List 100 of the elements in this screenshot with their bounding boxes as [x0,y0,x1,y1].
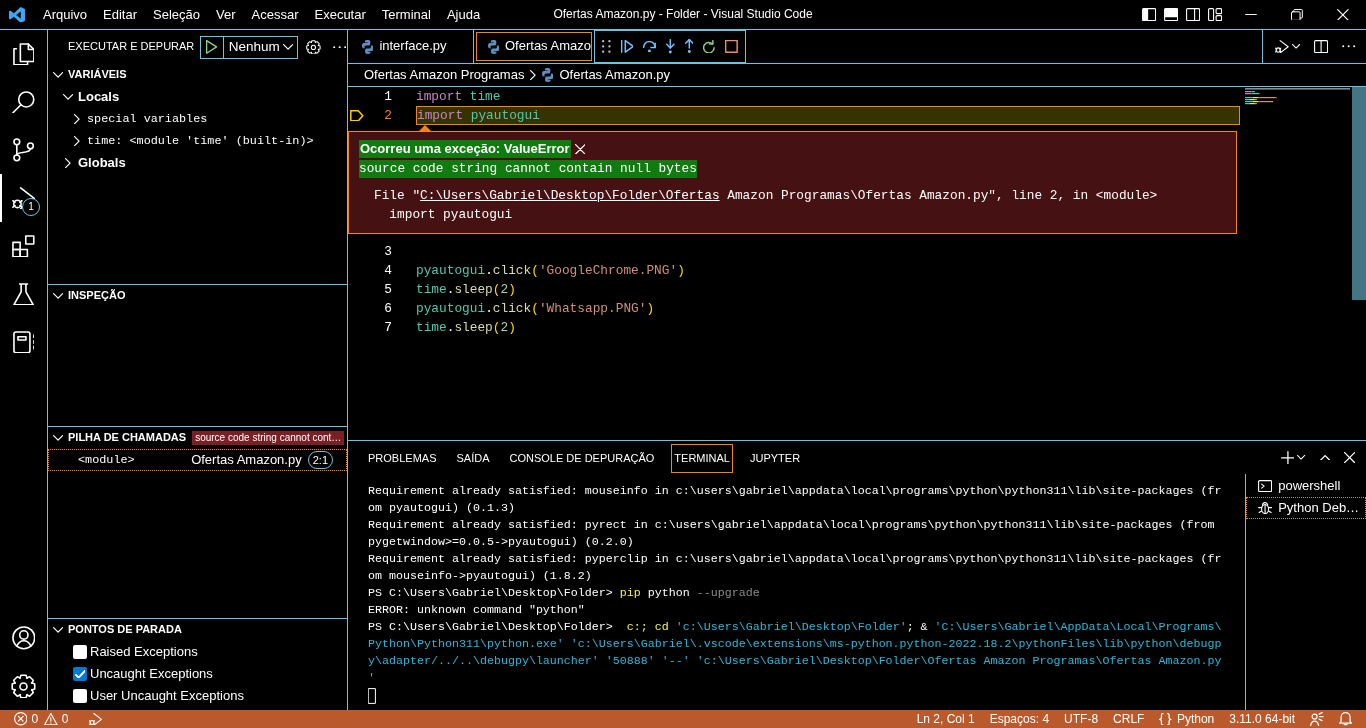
panel-tab[interactable]: TERMINAL [671,444,733,473]
status-item[interactable]: Ln 2, Col 1 [916,711,975,727]
menu-item[interactable]: Terminal [373,0,439,29]
step-out-icon[interactable] [684,39,694,54]
section-header[interactable]: VARIÁVEIS [48,64,347,86]
warning-icon[interactable] [44,712,58,726]
activity-tab[interactable]: 1 [0,174,47,222]
bug-icon [1258,501,1273,515]
tree-item[interactable]: time: <module 'time' (built-in)> [48,130,347,152]
settings-icon[interactable] [305,39,321,55]
warning-count[interactable]: 0 [61,711,69,727]
status-item[interactable]: CRLF [1113,711,1145,727]
continue-icon[interactable] [620,40,634,53]
notebook-icon [12,330,35,354]
secondary-sidebar-toggle-icon[interactable] [1185,7,1201,22]
checkbox[interactable] [73,689,87,703]
restore-icon[interactable] [1291,8,1303,21]
terminal-line: pygetwindow>=0.0.5->pyautogui) (0.2.0) [368,534,634,551]
terminal-icon [1258,479,1273,493]
error-icon[interactable] [14,712,28,726]
menu-item[interactable]: Acessar [243,0,307,29]
plus-icon[interactable] [1280,450,1295,465]
close-icon[interactable] [1337,8,1349,21]
checkmark-icon [74,669,86,679]
checkbox[interactable] [73,645,87,659]
close-icon[interactable] [574,143,586,155]
settings-icon[interactable] [11,673,36,699]
search-icon [12,90,35,114]
error-count[interactable]: 0 [31,711,39,727]
call-stack-frame[interactable]: <module> Ofertas Amazon.py 2:1 [48,449,347,471]
terminal-line: PS C:\Users\Gabriel\Desktop\Folder> c:; cd 'c:\Users\Gabriel\Desktop\Folder'; & 'C:\Users\Gabriel\AppData\Local\Programs\ [368,619,1222,636]
more-icon[interactable] [1342,45,1356,48]
minimize-icon[interactable] [1245,13,1257,16]
scrollbar-thumb[interactable] [1352,87,1366,300]
chevron-up-icon[interactable] [1319,454,1330,461]
breadcrumb-item[interactable]: Ofertas Amazon.py [542,66,671,84]
menu-item[interactable]: Ver [208,0,244,29]
file-name: Ofertas Amazon.py [191,451,302,469]
close-icon[interactable] [1343,451,1355,464]
line-number: 5 [383,281,392,298]
terminal-line: om pyautogui) (0.1.3) [368,500,515,517]
code-line: pyautogui.click('Whatsapp.PNG') [416,300,655,317]
tree-item[interactable]: Locals [48,86,347,108]
chevron-right-icon [530,69,537,81]
menu-item[interactable]: Editar [95,0,145,29]
status-item[interactable]: Python [1159,711,1215,727]
section-header[interactable]: PONTOS DE PARADA [48,619,347,641]
step-into-icon[interactable] [666,39,675,54]
status-item[interactable]: Espaços: 4 [989,711,1050,727]
function-name: <module> [78,452,135,468]
panel-tab[interactable]: CONSOLE DE DEPURAÇÃO [506,444,658,473]
restart-icon[interactable] [703,39,716,54]
terminal-line: Requirement already satisfied: pyperclip in c:\users\gabriel\appdata\local\programs\python\python311\lib\site-packages (fr [368,551,1222,568]
menu-item[interactable]: Executar [306,0,374,29]
line-number: 1 [383,88,392,105]
python-file-icon [542,68,554,82]
panel-toggle-icon[interactable] [1163,7,1179,22]
tree-item[interactable]: Globals [48,152,347,174]
braces-icon [1159,712,1172,726]
stop-icon[interactable] [725,40,739,53]
terminal-list-item[interactable]: Python Deb… [1246,497,1366,519]
config-select[interactable]: Nenhum [223,36,297,58]
drag-handle-icon[interactable] [601,40,611,53]
section-header[interactable]: INSPEÇÃO [48,285,347,307]
bell-icon[interactable] [1338,712,1352,726]
window-title: Ofertas Amazon.py - Folder - Visual Studio Code [553,7,813,22]
run-debug-icon [11,186,36,210]
breadcrumb-item[interactable]: Ofertas Amazon Programas [364,66,525,84]
status-item[interactable]: UTF-8 [1064,711,1099,727]
menu-item[interactable]: Arquivo [34,0,96,29]
editor-tab[interactable]: Ofertas Amazo [473,30,594,63]
error-badge: source code string cannot cont… [192,430,345,446]
status-item[interactable]: 3.11.0 64-bit [1229,711,1296,727]
account-icon[interactable] [11,626,36,650]
editor-tab[interactable]: interface.py [348,30,474,63]
step-over-icon[interactable] [643,40,657,53]
line-number: 6 [383,300,392,317]
checkbox[interactable] [73,667,87,681]
menu-item[interactable]: Ajuda [438,0,489,29]
extensions-icon [12,234,35,258]
menu-item[interactable]: Seleção [145,0,208,29]
sidebar-toggle-icon[interactable] [1141,7,1157,22]
panel-tab[interactable]: PROBLEMAS [365,444,440,473]
more-icon[interactable] [332,45,347,49]
section-header[interactable]: PILHA DE CHAMADAS source code string cannot cont… [48,427,347,449]
layout-icon[interactable] [1207,7,1223,22]
feedback-icon[interactable] [1310,711,1324,727]
exception-message: source code string cannot contain null bytes [359,160,697,178]
terminal-list-item[interactable]: powershell [1246,475,1366,497]
play-icon[interactable] [206,40,218,54]
code-line: pyautogui.click('GoogleChrome.PNG') [416,262,685,279]
run-debug-icon[interactable] [1275,39,1289,54]
panel-tab[interactable]: SAÍDA [453,444,493,473]
panel-title: EXECUTAR E DEPURAR [68,40,195,54]
chevron-down-icon[interactable] [1297,455,1306,460]
split-editor-icon[interactable] [1313,39,1329,54]
panel-tab[interactable]: JUPYTER [747,444,804,473]
tree-item[interactable]: special variables [48,108,347,130]
chevron-down-icon[interactable] [1291,44,1300,49]
file-link[interactable]: C:\Users\Gabriel\Desktop\Folder\Ofertas [420,188,720,203]
